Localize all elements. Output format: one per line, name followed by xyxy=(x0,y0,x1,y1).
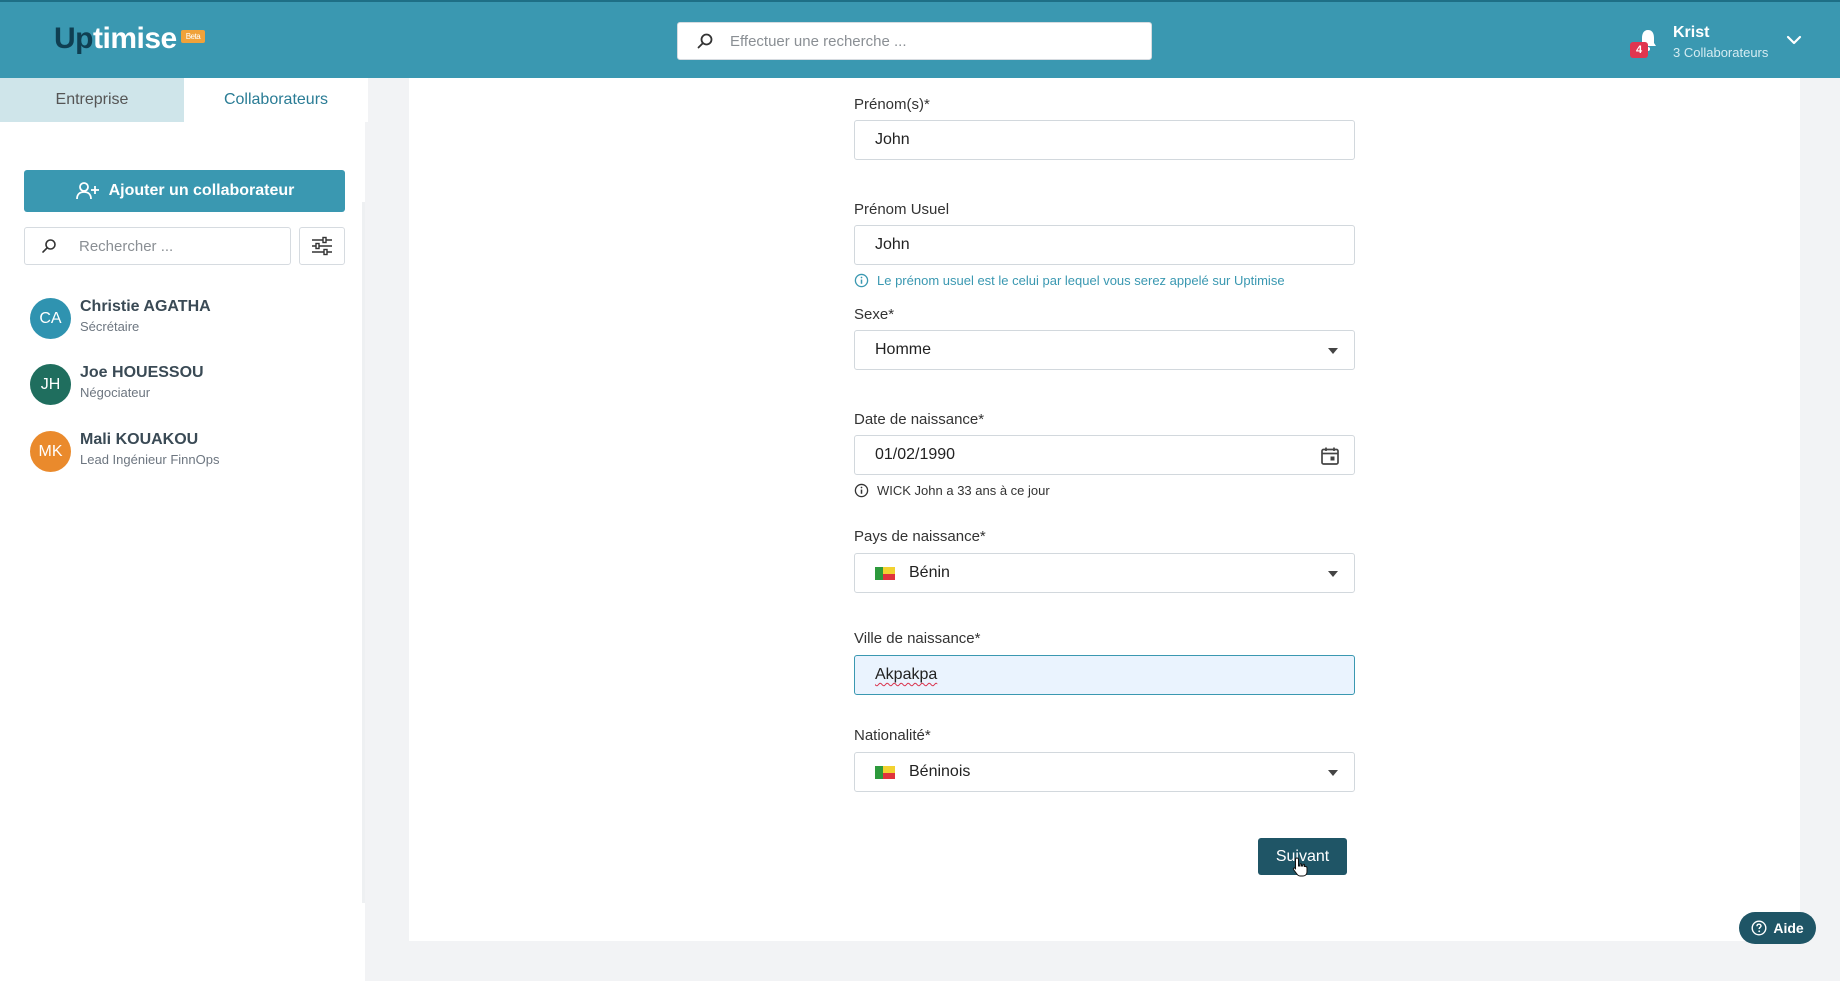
global-search[interactable] xyxy=(677,22,1152,60)
logo-up: Up xyxy=(54,22,94,55)
ville-naissance-field[interactable]: Akpakpa xyxy=(854,655,1355,695)
pays-naissance-label: Pays de naissance* xyxy=(854,528,986,545)
sidebar: Entreprise Collaborateurs Ajouter un col… xyxy=(0,78,368,981)
collaborator-role: Lead Ingénieur FinnOps xyxy=(80,452,220,467)
user-subtitle: 3 Collaborateurs xyxy=(1673,45,1769,60)
nationalite-label: Nationalité* xyxy=(854,727,931,744)
date-naissance-label: Date de naissance* xyxy=(854,411,985,428)
chevron-down-icon[interactable] xyxy=(1786,34,1802,46)
prenom-usuel-field[interactable]: John xyxy=(854,225,1355,265)
prenoms-field[interactable]: John xyxy=(854,120,1355,160)
tab-collaborateurs[interactable]: Collaborateurs xyxy=(184,78,368,122)
question-icon xyxy=(1751,920,1767,936)
tab-entreprise[interactable]: Entreprise xyxy=(0,78,184,122)
age-hint: WICK John a 33 ans à ce jour xyxy=(854,483,1050,498)
user-name[interactable]: Krist xyxy=(1673,24,1709,42)
sexe-label: Sexe* xyxy=(854,306,895,323)
add-collaborator-label: Ajouter un collaborateur xyxy=(108,182,295,199)
help-button[interactable]: Aide xyxy=(1739,912,1816,944)
caret-down-icon xyxy=(1328,770,1338,776)
top-header: UptimiseBeta 4 Krist 3 Collaborateurs xyxy=(0,0,1840,78)
collaborator-name: Christie AGATHA xyxy=(80,298,211,315)
search-icon xyxy=(697,33,713,49)
prenom-usuel-hint-text: Le prénom usuel est le celui par lequel … xyxy=(877,273,1285,288)
collaborator-role: Sécrétaire xyxy=(80,319,140,334)
sexe-select[interactable]: Homme xyxy=(854,330,1355,370)
add-collaborator-button[interactable]: Ajouter un collaborateur xyxy=(24,170,345,212)
collaborator-item[interactable]: CA Christie AGATHA Sécrétaire xyxy=(30,294,330,342)
avatar: CA xyxy=(30,298,71,339)
collaborator-name: Joe HOUESSOU xyxy=(80,364,204,381)
prenoms-label: Prénom(s)* xyxy=(854,96,930,113)
collaborator-item[interactable]: JH Joe HOUESSOU Négociateur xyxy=(30,360,330,408)
calendar-icon[interactable] xyxy=(1320,446,1340,466)
sidebar-divider xyxy=(362,202,365,903)
info-icon xyxy=(854,273,869,288)
logo-rest: timise xyxy=(93,22,177,55)
filter-button[interactable] xyxy=(299,227,345,265)
prenom-usuel-hint: Le prénom usuel est le celui par lequel … xyxy=(854,273,1285,288)
search-icon xyxy=(42,239,56,253)
pays-naissance-select[interactable]: Bénin xyxy=(854,553,1355,593)
uptimise-logo[interactable]: Uptimise Beta xyxy=(54,22,206,56)
prenom-usuel-value: John xyxy=(875,236,910,253)
sexe-value: Homme xyxy=(875,341,932,358)
add-user-icon xyxy=(75,182,99,200)
collaborator-role: Négociateur xyxy=(80,385,151,400)
nationalite-value: Béninois xyxy=(909,763,971,780)
hand-cursor-icon xyxy=(1292,857,1308,877)
help-button-label: Aide xyxy=(1773,920,1804,936)
avatar: JH xyxy=(30,364,71,405)
nationalite-select[interactable]: Béninois xyxy=(854,752,1355,792)
pays-naissance-value: Bénin xyxy=(909,564,950,581)
info-icon xyxy=(854,483,869,498)
date-naissance-field[interactable]: 01/02/1990 xyxy=(854,435,1355,475)
prenoms-value: John xyxy=(875,131,910,148)
ville-naissance-value: Akpakpa xyxy=(875,666,938,683)
global-search-input[interactable] xyxy=(730,23,1130,59)
sliders-icon xyxy=(312,236,332,256)
caret-down-icon xyxy=(1328,571,1338,577)
date-naissance-value: 01/02/1990 xyxy=(875,446,956,463)
beta-badge: Beta xyxy=(180,29,206,43)
ville-naissance-label: Ville de naissance* xyxy=(854,630,981,647)
notification-badge: 4 xyxy=(1630,42,1648,58)
benin-flag-icon xyxy=(875,766,895,779)
caret-down-icon xyxy=(1328,348,1338,354)
collaborator-search-input[interactable] xyxy=(79,228,279,264)
form-card xyxy=(409,78,1800,941)
collaborator-name: Mali KOUAKOU xyxy=(80,431,199,448)
benin-flag-icon xyxy=(875,567,895,580)
collaborator-item[interactable]: MK Mali KOUAKOU Lead Ingénieur FinnOps xyxy=(30,427,330,475)
avatar: MK xyxy=(30,431,71,472)
collaborator-search[interactable] xyxy=(24,227,291,265)
age-hint-text: WICK John a 33 ans à ce jour xyxy=(877,483,1050,498)
prenom-usuel-label: Prénom Usuel xyxy=(854,201,950,218)
